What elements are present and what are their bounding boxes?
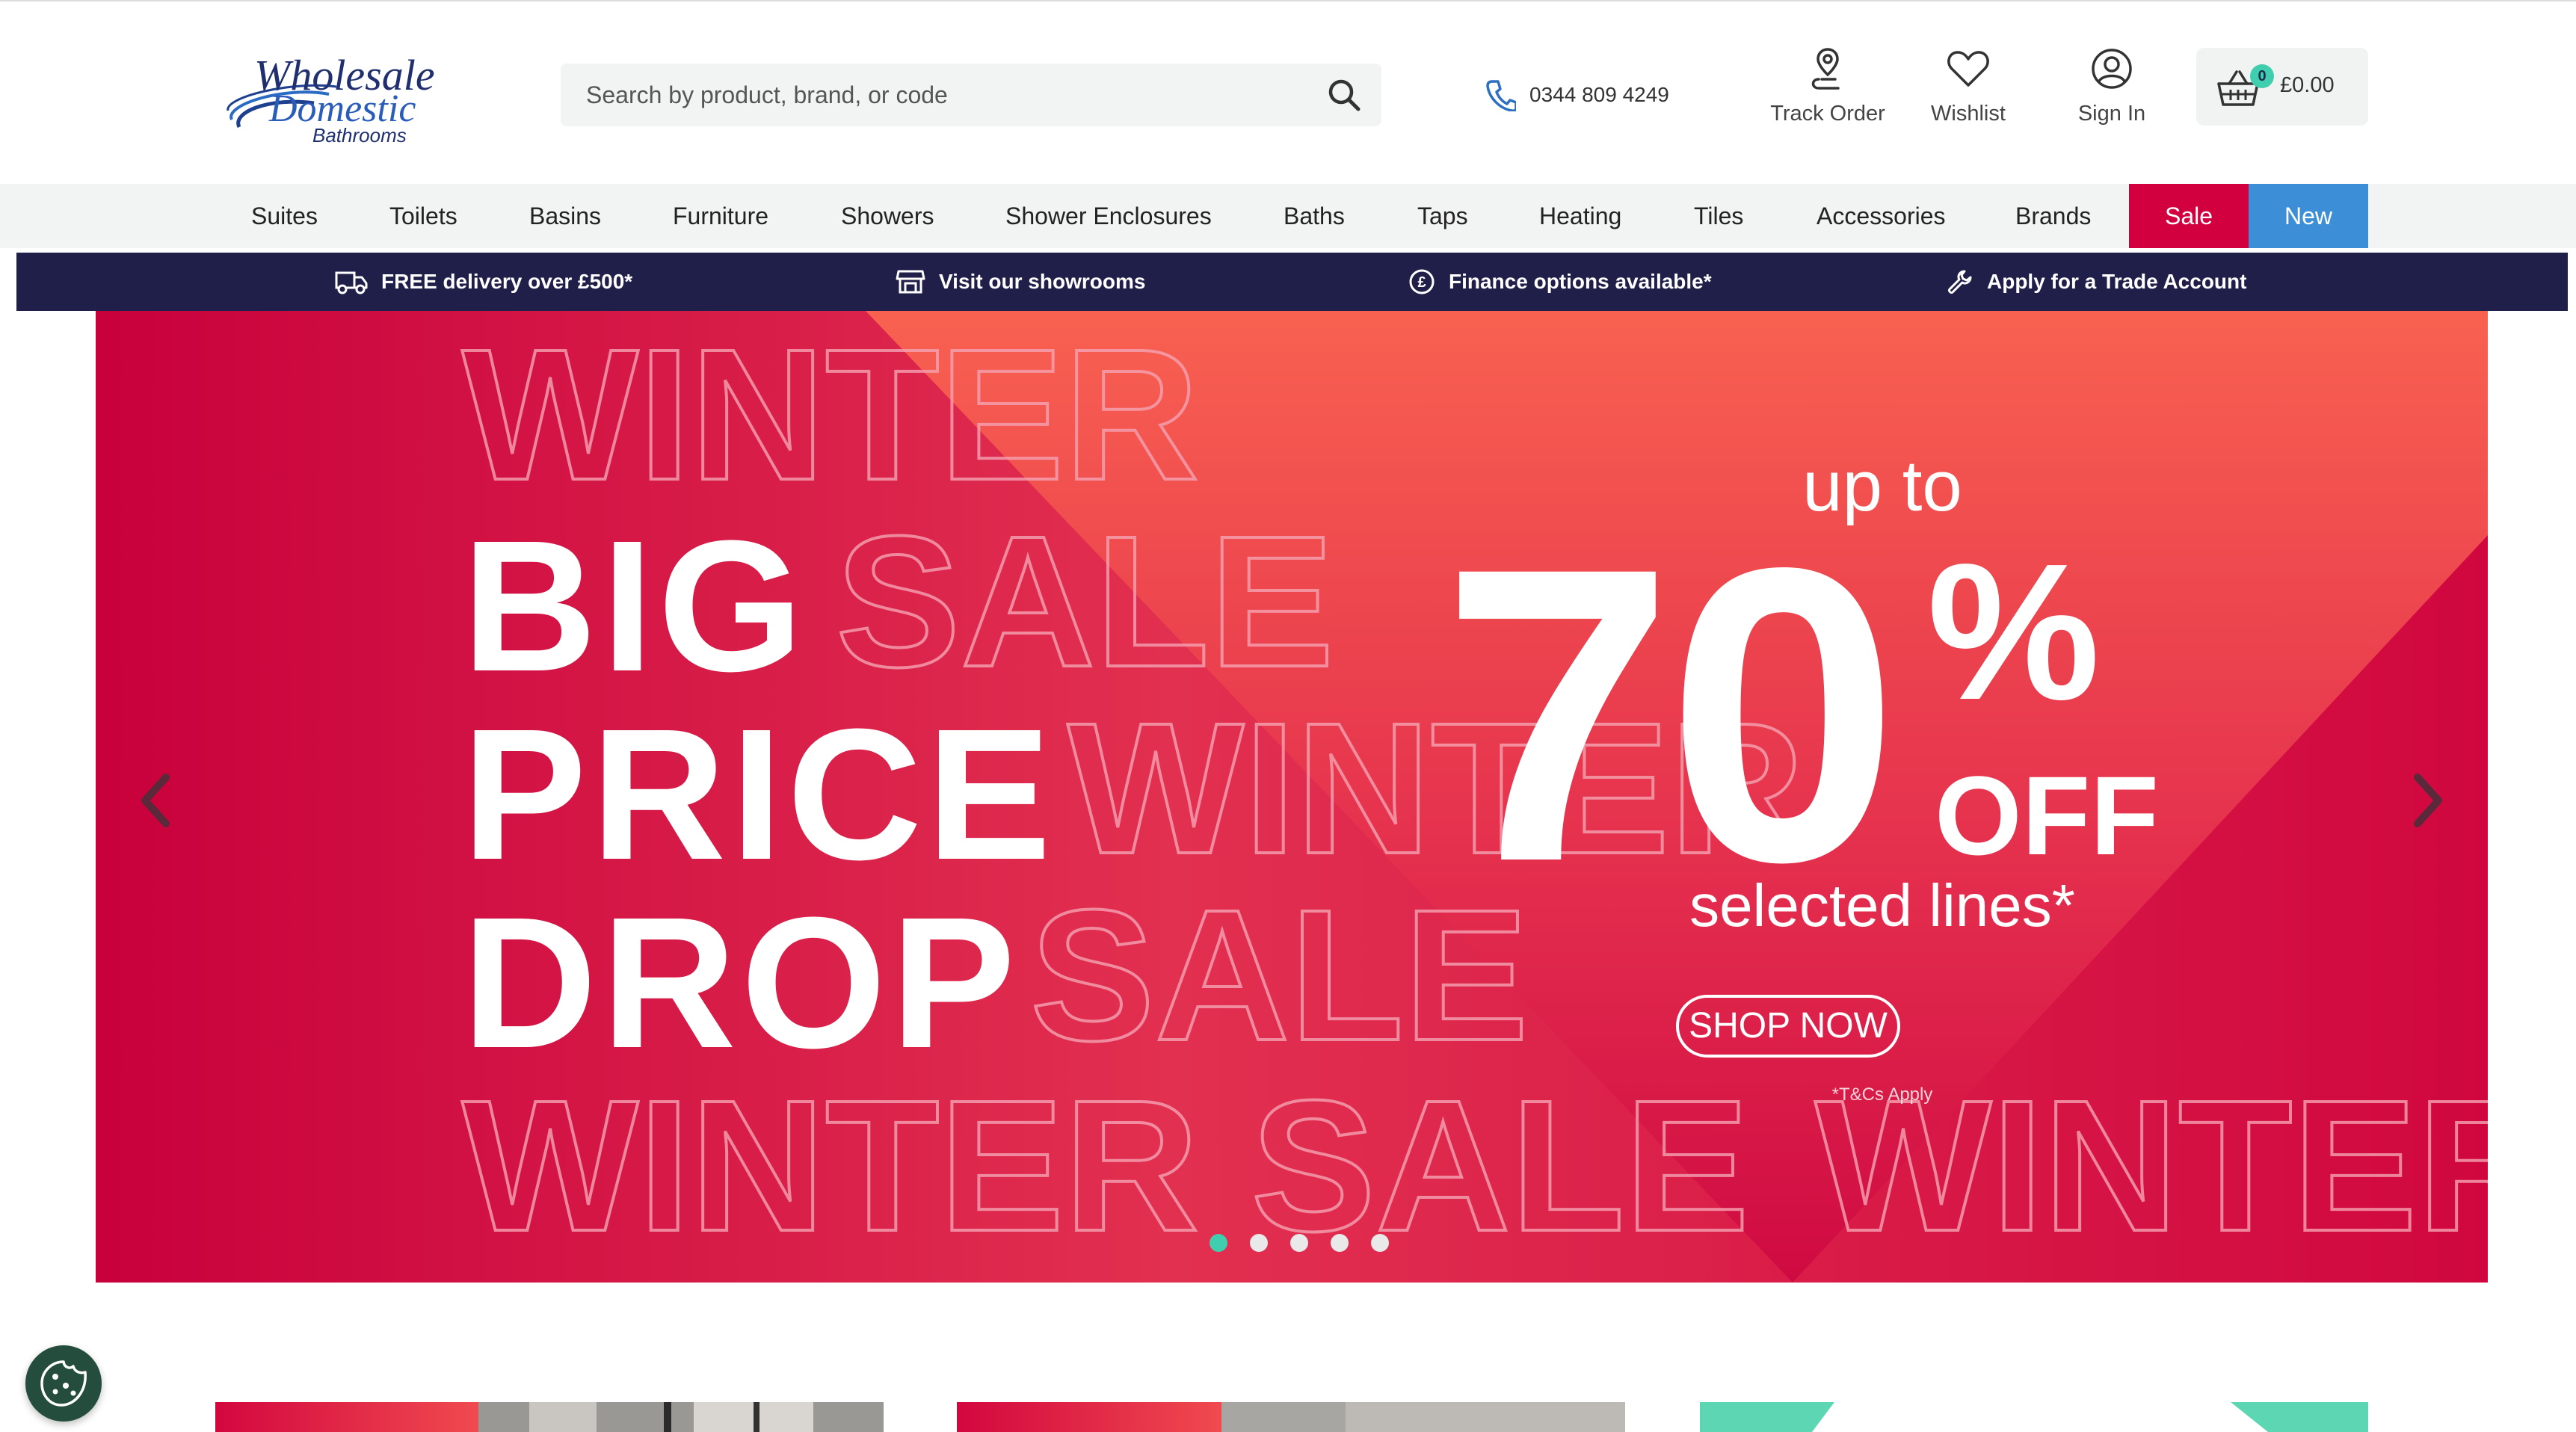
promo-card-1[interactable] [215, 1402, 884, 1432]
heart-icon [1947, 51, 1989, 87]
basket-total: £0.00 [2280, 73, 2335, 97]
hero-selected-lines: selected lines* [1689, 872, 2075, 939]
promo-card-3[interactable] [1700, 1402, 2368, 1432]
promo-card-3-image [1700, 1402, 2368, 1432]
wishlist-link[interactable]: Wishlist [1920, 46, 2017, 136]
wishlist-label: Wishlist [1931, 102, 2006, 126]
hero-off: OFF [1935, 753, 2159, 878]
site-header: Wholesale Domestic Bathrooms 0344 809 42… [0, 1, 2576, 184]
delivery-truck-icon [335, 271, 368, 294]
usp-finance-text: Finance options available* [1449, 270, 1712, 293]
phone-contact[interactable]: 0344 809 4249 [1486, 76, 1669, 114]
usp-finance[interactable]: £ Finance options available* [1408, 253, 1712, 311]
usp-bar: FREE delivery over £500* Visit our showr… [16, 253, 2568, 311]
nav-item-basins[interactable]: Basins [529, 184, 601, 248]
track-order-label: Track Order [1770, 102, 1885, 126]
nav-item-suites[interactable]: Suites [251, 184, 318, 248]
sign-in-link[interactable]: Sign In [2063, 46, 2160, 136]
nav-item-shower-enclosures[interactable]: Shower Enclosures [1005, 184, 1212, 248]
carousel-dot[interactable] [1250, 1234, 1268, 1252]
outline-word-2: SALE [836, 497, 1334, 706]
nav-item-toilets[interactable]: Toilets [389, 184, 457, 248]
nav-item-furniture[interactable]: Furniture [673, 184, 768, 248]
search-bar [561, 64, 1381, 126]
hero-headline-line3: DROP [462, 878, 1020, 1087]
pound-icon: £ [1409, 269, 1435, 294]
user-icon [2092, 49, 2132, 89]
basket-count-badge: 0 [2250, 64, 2274, 88]
outline-word-5: WINTER SALE [462, 1061, 1749, 1270]
hero-terms: *T&Cs Apply [1831, 1084, 1933, 1105]
carousel-dot[interactable] [1290, 1234, 1308, 1252]
hero-headline-line1: BIG [462, 501, 808, 710]
carousel-dots [1210, 1234, 1389, 1256]
nav-item-baths[interactable]: Baths [1284, 184, 1345, 248]
carousel-dot[interactable] [1210, 1234, 1227, 1252]
nav-item-accessories[interactable]: Accessories [1817, 184, 1946, 248]
phone-icon [1486, 80, 1516, 111]
promo-card-2[interactable] [957, 1402, 1625, 1432]
sign-in-label: Sign In [2077, 102, 2146, 126]
carousel-prev-icon[interactable] [133, 767, 178, 834]
carousel-dot[interactable] [1331, 1234, 1349, 1252]
search-icon[interactable] [1326, 77, 1362, 113]
hero-percent-sign: % [1927, 524, 2101, 741]
track-order-link[interactable]: Track Order [1764, 46, 1891, 136]
svg-text:£: £ [1417, 274, 1426, 291]
usp-free-delivery-text: FREE delivery over £500* [381, 270, 633, 293]
location-pin-icon [1811, 48, 1840, 90]
logo-icon: Wholesale Domestic Bathrooms [227, 51, 435, 146]
search-input[interactable] [561, 64, 1301, 126]
nav-item-showers[interactable]: Showers [841, 184, 934, 248]
main-navigation: Suites Toilets Basins Furniture Showers … [0, 184, 2576, 248]
shop-now-button[interactable]: SHOP NOW [1676, 995, 1900, 1058]
nav-item-new[interactable]: New [2249, 184, 2368, 248]
usp-trade-account-text: Apply for a Trade Account [1987, 270, 2247, 293]
hero-banner[interactable]: WINTER SALE WINTER SALE WINTER SALE WINT… [96, 311, 2488, 1283]
basket-button[interactable]: 0 £0.00 [2196, 48, 2368, 126]
cookie-icon [40, 1360, 87, 1407]
usp-free-delivery[interactable]: FREE delivery over £500* [335, 253, 632, 311]
logo-line3: Bathrooms [312, 124, 407, 146]
nav-item-tiles[interactable]: Tiles [1694, 184, 1743, 248]
usp-showrooms-text: Visit our showrooms [939, 270, 1146, 293]
nav-item-brands[interactable]: Brands [2015, 184, 2091, 248]
nav-item-taps[interactable]: Taps [1417, 184, 1468, 248]
outline-word-1: WINTER [462, 311, 1199, 519]
usp-trade-account[interactable]: Apply for a Trade Account [1947, 253, 2246, 311]
hero-headline-line2: PRICE [462, 690, 1056, 898]
promo-card-1-image [215, 1402, 884, 1432]
nav-item-sale[interactable]: Sale [2129, 184, 2249, 248]
usp-showrooms[interactable]: Visit our showrooms [896, 253, 1145, 311]
promo-card-2-image [957, 1402, 1625, 1432]
carousel-dot[interactable] [1371, 1234, 1389, 1252]
phone-number: 0344 809 4249 [1529, 83, 1669, 106]
cookie-settings-button[interactable] [25, 1345, 102, 1422]
site-logo[interactable]: Wholesale Domestic Bathrooms [224, 45, 449, 149]
carousel-next-icon[interactable] [2406, 767, 2450, 834]
nav-item-heating[interactable]: Heating [1539, 184, 1621, 248]
store-icon [896, 270, 925, 294]
hero-percent-value: 70 [1441, 481, 1899, 948]
wrench-icon [1948, 270, 1972, 294]
